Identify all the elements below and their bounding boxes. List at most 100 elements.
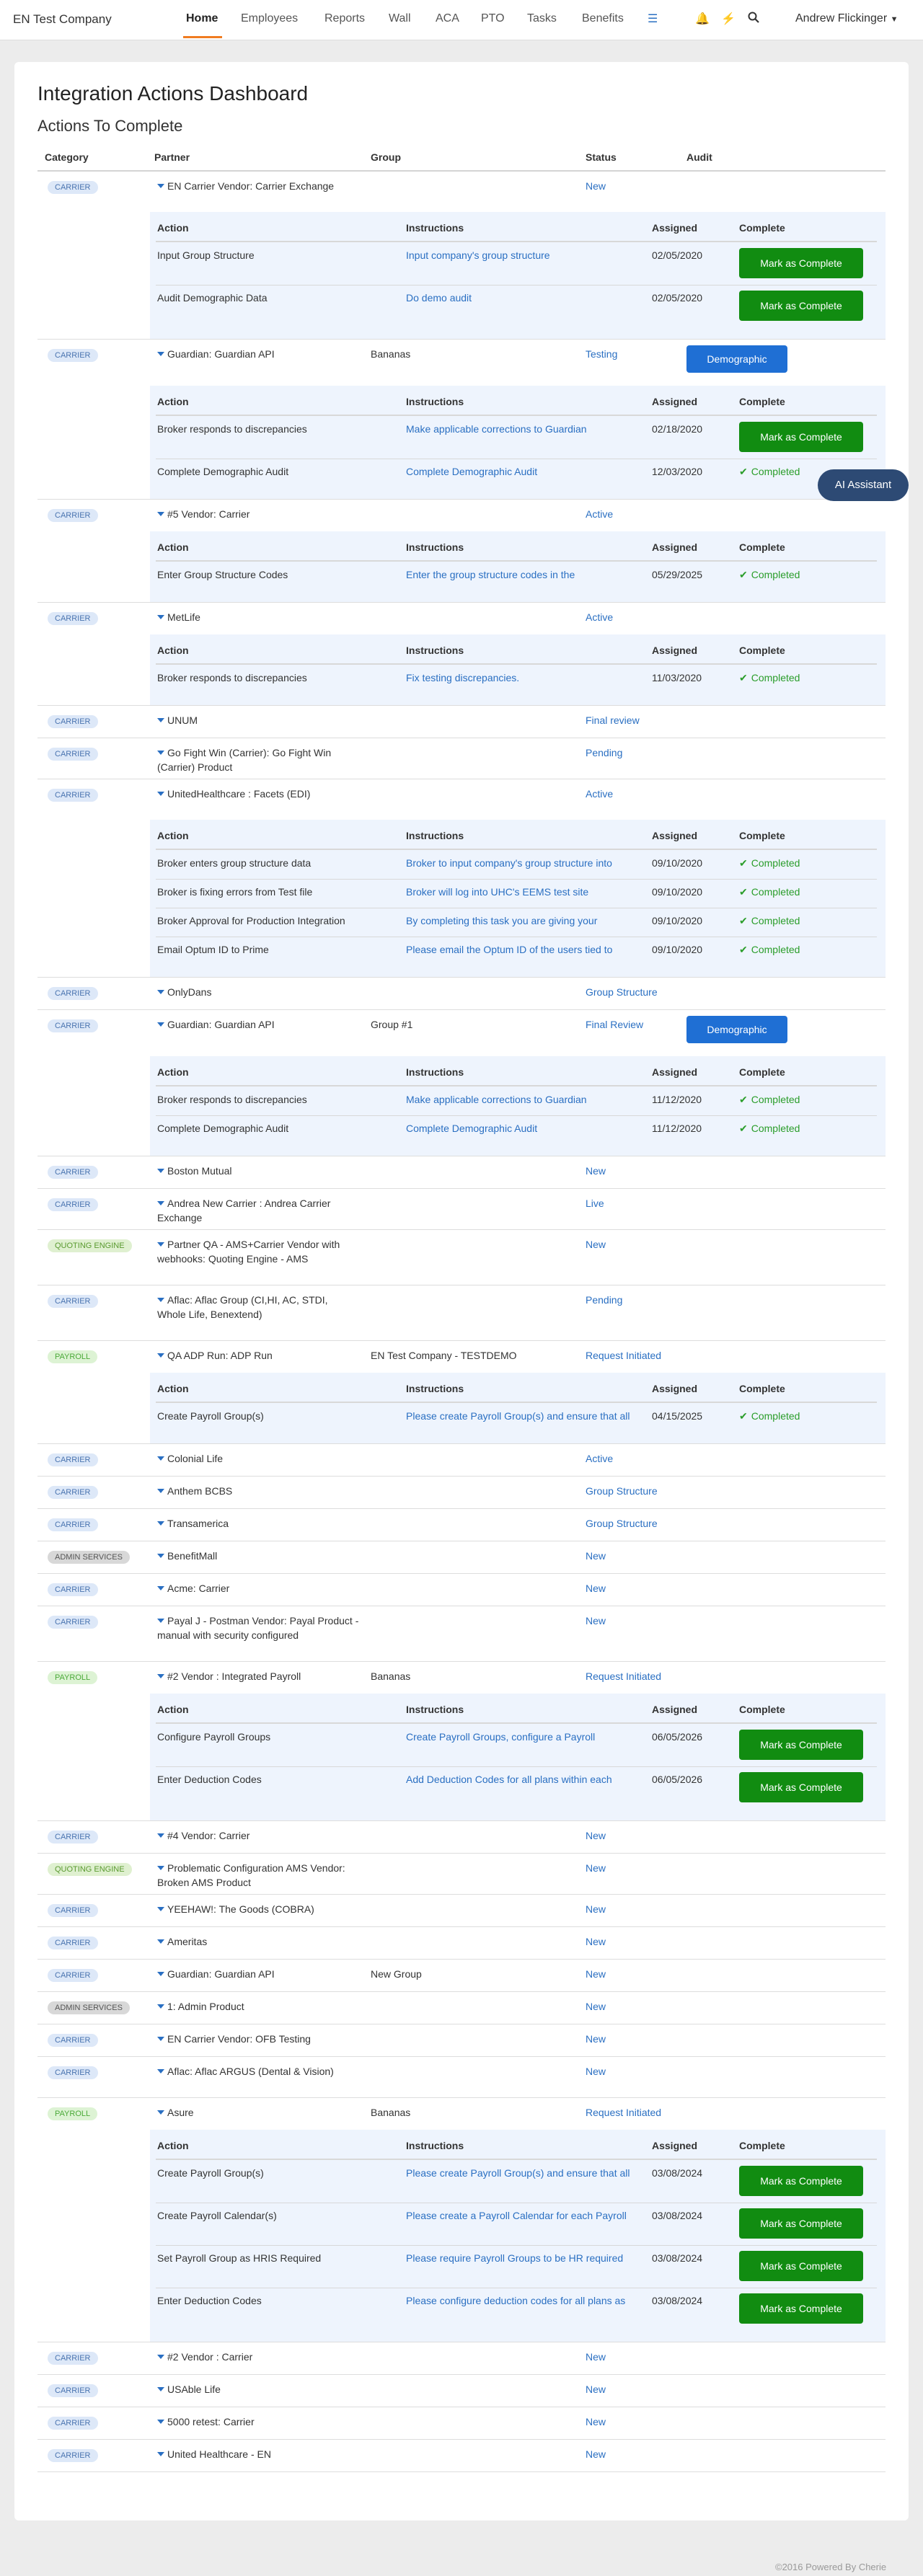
partner-toggle[interactable]: Aflac: Aflac ARGUS (Dental & Vision) [157,2064,359,2079]
instructions-link[interactable]: Broker will log into UHC's EEMS test sit… [406,886,648,898]
mark-complete-button[interactable]: Mark as Complete [739,291,863,321]
instructions-link[interactable]: Please require Payroll Groups to be HR r… [406,2252,648,2264]
partner-toggle[interactable]: Acme: Carrier [157,1581,359,1595]
instructions-link[interactable]: Please create Payroll Group(s) and ensur… [406,2167,648,2179]
audit-button[interactable]: Demographic [686,1016,787,1043]
status-link[interactable]: New [586,1239,606,1250]
partner-toggle[interactable]: Andrea New Carrier : Andrea Carrier Exch… [157,1196,359,1225]
partner-toggle[interactable]: 1: Admin Product [157,1999,359,2014]
partner-toggle[interactable]: #4 Vendor: Carrier [157,1828,359,1843]
search-icon[interactable] [748,12,759,27]
status-link[interactable]: Active [586,788,613,800]
status-link[interactable]: Group Structure [586,1485,658,1497]
mark-complete-button[interactable]: Mark as Complete [739,422,863,452]
status-link[interactable]: New [586,1936,606,1947]
nav-pto[interactable]: PTO [481,12,505,25]
instructions-link[interactable]: Please email the Optum ID of the users t… [406,944,648,955]
nav-wall[interactable]: Wall [389,12,411,25]
partner-toggle[interactable]: Boston Mutual [157,1164,359,1178]
partner-toggle[interactable]: #2 Vendor : Integrated Payroll [157,1669,359,1683]
mark-complete-button[interactable]: Mark as Complete [739,2251,863,2281]
brand-name[interactable]: EN Test Company [13,12,112,27]
status-link[interactable]: New [586,2033,606,2045]
mark-complete-button[interactable]: Mark as Complete [739,2166,863,2196]
status-link[interactable]: Pending [586,747,622,758]
partner-toggle[interactable]: MetLife [157,610,359,624]
instructions-link[interactable]: Complete Demographic Audit [406,466,648,477]
instructions-link[interactable]: Input company's group structure [406,249,648,261]
mark-complete-button[interactable]: Mark as Complete [739,1730,863,1760]
list-icon[interactable]: ☰ [648,12,658,26]
status-link[interactable]: Pending [586,1294,622,1306]
status-link[interactable]: New [586,2351,606,2363]
audit-button[interactable]: Demographic [686,345,787,373]
partner-toggle[interactable]: United Healthcare - EN [157,2447,359,2461]
status-link[interactable]: New [586,2448,606,2460]
partner-toggle[interactable]: Guardian: Guardian API [157,1017,359,1032]
status-link[interactable]: New [586,1862,606,1874]
status-link[interactable]: Active [586,611,613,623]
status-link[interactable]: New [586,2066,606,2077]
instructions-link[interactable]: Please create a Payroll Calendar for eac… [406,2210,648,2221]
partner-toggle[interactable]: Guardian: Guardian API [157,347,359,361]
instructions-link[interactable]: Make applicable corrections to Guardian [406,1094,648,1105]
partner-toggle[interactable]: Anthem BCBS [157,1484,359,1498]
partner-toggle[interactable]: YEEHAW!: The Goods (COBRA) [157,1902,359,1916]
mark-complete-button[interactable]: Mark as Complete [739,2208,863,2239]
status-link[interactable]: New [586,1550,606,1562]
lightning-icon[interactable]: ⚡ [721,12,736,26]
nav-employees[interactable]: Employees [241,12,298,25]
partner-toggle[interactable]: Colonial Life [157,1451,359,1466]
partner-toggle[interactable]: 5000 retest: Carrier [157,2415,359,2429]
status-link[interactable]: New [586,1903,606,1915]
nav-reports[interactable]: Reports [324,12,365,25]
partner-toggle[interactable]: #2 Vendor : Carrier [157,2350,359,2364]
status-link[interactable]: Active [586,1453,613,1464]
status-link[interactable]: Final review [586,714,640,726]
partner-toggle[interactable]: USAble Life [157,2382,359,2396]
partner-toggle[interactable]: EN Carrier Vendor: Carrier Exchange [157,179,359,193]
partner-toggle[interactable]: Payal J - Postman Vendor: Payal Product … [157,1614,359,1642]
partner-toggle[interactable]: #5 Vendor: Carrier [157,507,359,521]
ai-assistant-button[interactable]: AI Assistant [818,469,909,501]
instructions-link[interactable]: Make applicable corrections to Guardian [406,423,648,435]
nav-tasks[interactable]: Tasks [527,12,557,25]
mark-complete-button[interactable]: Mark as Complete [739,2293,863,2324]
status-link[interactable]: Request Initiated [586,1350,661,1361]
bell-icon[interactable]: 🔔 [695,12,710,26]
partner-toggle[interactable]: QA ADP Run: ADP Run [157,1348,359,1363]
partner-toggle[interactable]: BenefitMall [157,1549,359,1563]
partner-toggle[interactable]: UNUM [157,713,359,727]
partner-toggle[interactable]: Asure [157,2105,359,2120]
status-link[interactable]: Request Initiated [586,1670,661,1682]
status-link[interactable]: New [586,2001,606,2012]
partner-toggle[interactable]: Problematic Configuration AMS Vendor: Br… [157,1861,359,1890]
instructions-link[interactable]: Enter the group structure codes in the [406,569,648,580]
status-link[interactable]: New [586,2416,606,2427]
instructions-link[interactable]: Fix testing discrepancies. [406,672,648,683]
partner-toggle[interactable]: OnlyDans [157,985,359,999]
status-link[interactable]: New [586,1615,606,1626]
nav-aca[interactable]: ACA [436,12,459,25]
status-link[interactable]: Group Structure [586,1518,658,1529]
partner-toggle[interactable]: Ameritas [157,1934,359,1949]
mark-complete-button[interactable]: Mark as Complete [739,248,863,278]
instructions-link[interactable]: By completing this task you are giving y… [406,915,648,926]
status-link[interactable]: New [586,1968,606,1980]
instructions-link[interactable]: Do demo audit [406,292,648,304]
status-link[interactable]: New [586,1165,606,1177]
status-link[interactable]: Group Structure [586,986,658,998]
partner-toggle[interactable]: Guardian: Guardian API [157,1967,359,1981]
instructions-link[interactable]: Please configure deduction codes for all… [406,2295,648,2306]
partner-toggle[interactable]: Go Fight Win (Carrier): Go Fight Win (Ca… [157,745,359,774]
nav-home[interactable]: Home [186,12,218,25]
partner-toggle[interactable]: Aflac: Aflac Group (CI,HI, AC, STDI, Who… [157,1293,359,1322]
instructions-link[interactable]: Please create Payroll Group(s) and ensur… [406,1410,648,1422]
partner-toggle[interactable]: Partner QA - AMS+Carrier Vendor with web… [157,1237,359,1266]
status-link[interactable]: Final Review [586,1019,643,1030]
nav-benefits[interactable]: Benefits [582,12,624,25]
status-link[interactable]: New [586,180,606,192]
instructions-link[interactable]: Create Payroll Groups, configure a Payro… [406,1731,648,1743]
partner-toggle[interactable]: EN Carrier Vendor: OFB Testing [157,2032,359,2046]
status-link[interactable]: New [586,2384,606,2395]
